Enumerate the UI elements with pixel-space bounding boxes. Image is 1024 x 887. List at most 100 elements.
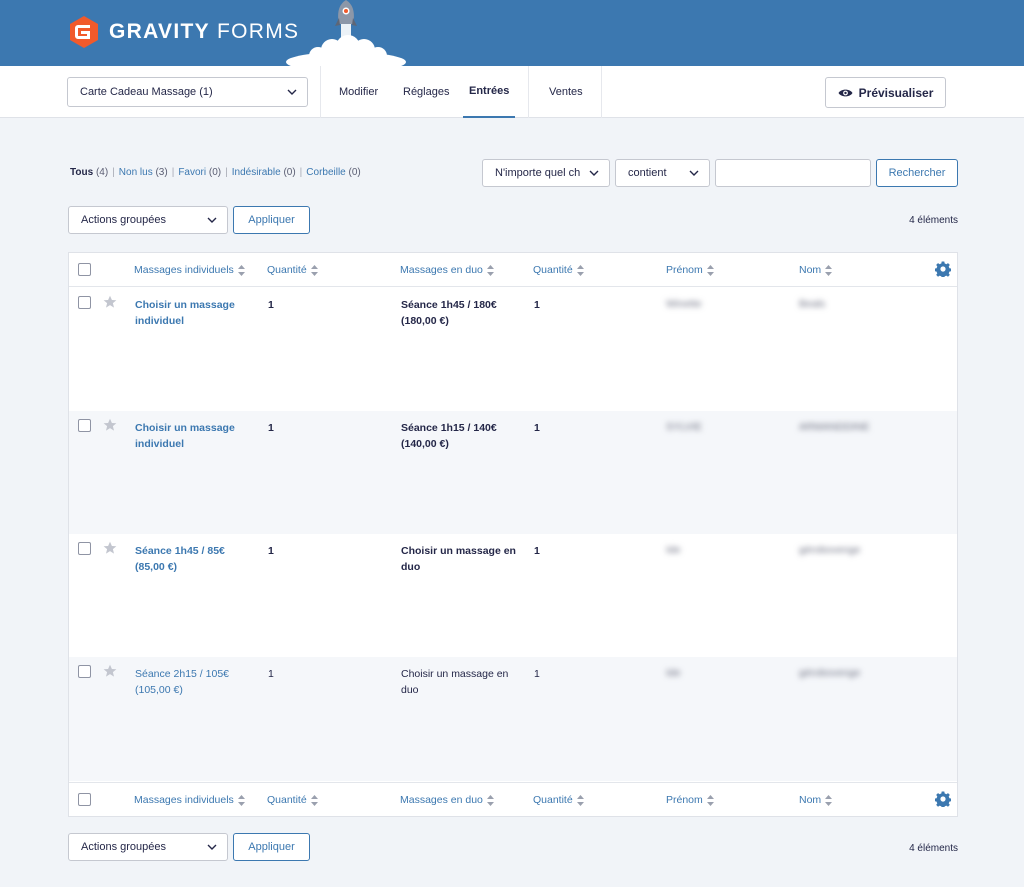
cell-quantite: 1 xyxy=(534,422,540,434)
search-field-value: N'importe quel ch xyxy=(495,167,581,179)
row-checkbox[interactable] xyxy=(78,296,91,309)
cell-massage-individuel[interactable]: Séance 1h45 / 85€ (85,00 €) xyxy=(135,544,245,575)
chevron-down-icon xyxy=(589,170,599,176)
filter-unread[interactable]: Non lus xyxy=(119,167,153,178)
gear-icon[interactable] xyxy=(935,261,951,277)
star-icon[interactable] xyxy=(103,664,117,678)
cell-massage-individuel[interactable]: Choisir un massage individuel xyxy=(135,421,255,452)
preview-button[interactable]: Prévisualiser xyxy=(825,77,946,108)
row-checkbox[interactable] xyxy=(78,419,91,432)
filter-trash[interactable]: Corbeille xyxy=(306,167,345,178)
cell-quantite: 1 xyxy=(268,422,274,434)
cell-quantite: 1 xyxy=(268,299,274,311)
filter-count: (0) xyxy=(208,167,222,178)
cell-prenom: Ide xyxy=(666,544,681,556)
search-operator-select[interactable]: contient xyxy=(615,159,710,187)
cell-prenom: Winette xyxy=(666,298,702,310)
app-header: GRAVITY FORMS xyxy=(0,0,1024,66)
cell-prenom: Ide xyxy=(666,667,681,679)
apply-button[interactable]: Appliquer xyxy=(233,833,310,861)
tab-modifier[interactable]: Modifier xyxy=(339,66,378,118)
row-checkbox[interactable] xyxy=(78,542,91,555)
table-header: Massages individuels Quantité Massages e… xyxy=(69,253,957,287)
chevron-down-icon xyxy=(287,89,297,95)
filter-count: (0) xyxy=(348,167,361,178)
rocket-icon xyxy=(286,0,406,66)
table-row[interactable]: Séance 2h15 / 105€ (105,00 €) 1 Choisir … xyxy=(69,657,957,781)
preview-label: Prévisualiser xyxy=(858,85,934,100)
table-row[interactable]: Séance 1h45 / 85€ (85,00 €) 1 Choisir un… xyxy=(69,534,957,657)
search-button[interactable]: Rechercher xyxy=(876,159,958,187)
sort-icon xyxy=(237,794,245,806)
column-header[interactable]: Quantité xyxy=(267,783,318,817)
sort-icon xyxy=(706,794,714,806)
items-count: 4 éléments xyxy=(909,843,958,854)
column-header[interactable]: Quantité xyxy=(533,783,584,817)
filter-spam[interactable]: Indésirable xyxy=(232,167,281,178)
column-header[interactable]: Prénom xyxy=(666,783,714,817)
cell-massage-individuel[interactable]: Choisir un massage individuel xyxy=(135,298,255,329)
column-header[interactable]: Massages individuels xyxy=(134,253,245,287)
column-header[interactable]: Massages en duo xyxy=(400,783,494,817)
sort-icon xyxy=(706,264,714,276)
column-header[interactable]: Massages individuels xyxy=(134,783,245,817)
bulk-actions-select[interactable]: Actions groupées xyxy=(68,833,228,861)
chevron-down-icon xyxy=(207,844,217,850)
cell-massage-duo: Séance 1h15 / 140€ (140,00 €) xyxy=(401,422,497,450)
cell-nom: ARMANDDINE xyxy=(799,421,870,433)
sort-icon xyxy=(825,794,833,806)
search-input[interactable] xyxy=(715,159,871,187)
filter-starred[interactable]: Favori xyxy=(178,167,206,178)
eye-icon xyxy=(838,89,853,96)
tab-entrees[interactable]: Entrées xyxy=(463,66,516,118)
filter-all[interactable]: Tous xyxy=(70,167,93,178)
select-all-checkbox[interactable] xyxy=(78,793,91,806)
sort-icon xyxy=(486,264,494,276)
cell-quantite: 1 xyxy=(534,299,540,311)
form-switcher-select[interactable]: Carte Cadeau Massage (1) xyxy=(67,77,308,107)
cell-nom: Beals xyxy=(799,298,826,310)
brand-logo[interactable]: GRAVITY FORMS xyxy=(68,15,299,49)
cell-massage-individuel[interactable]: Séance 2h15 / 105€ (105,00 €) xyxy=(135,667,245,698)
star-icon[interactable] xyxy=(103,541,117,555)
sort-icon xyxy=(486,794,494,806)
cell-nom: gérobovenge xyxy=(799,544,861,556)
column-header[interactable]: Prénom xyxy=(666,253,714,287)
row-checkbox[interactable] xyxy=(78,665,91,678)
divider xyxy=(528,66,529,118)
column-header[interactable]: Quantité xyxy=(267,253,318,287)
column-header[interactable]: Massages en duo xyxy=(400,253,494,287)
chevron-down-icon xyxy=(689,170,699,176)
select-all-checkbox[interactable] xyxy=(78,263,91,276)
tab-ventes[interactable]: Ventes xyxy=(549,66,583,118)
filter-count: (0) xyxy=(283,167,296,178)
gear-icon[interactable] xyxy=(935,791,951,807)
star-icon[interactable] xyxy=(103,418,117,432)
divider xyxy=(601,66,602,118)
tab-reglages[interactable]: Réglages xyxy=(403,66,449,118)
star-icon[interactable] xyxy=(103,295,117,309)
table-row[interactable]: Choisir un massage individuel 1 Séance 1… xyxy=(69,411,957,534)
search-operator-value: contient xyxy=(628,167,667,179)
column-header[interactable]: Nom xyxy=(799,253,833,287)
cell-massage-duo: Séance 1h45 / 180€ (180,00 €) xyxy=(401,299,497,327)
bulk-actions-value: Actions groupées xyxy=(81,841,166,853)
sort-icon xyxy=(310,264,318,276)
sort-icon xyxy=(576,794,584,806)
cell-quantite: 1 xyxy=(534,545,540,557)
sort-icon xyxy=(310,794,318,806)
cell-quantite: 1 xyxy=(534,668,540,680)
search-field-select[interactable]: N'importe quel ch xyxy=(482,159,610,187)
column-header[interactable]: Quantité xyxy=(533,253,584,287)
form-switcher-value: Carte Cadeau Massage (1) xyxy=(80,86,213,98)
cell-quantite: 1 xyxy=(268,668,274,680)
cell-nom: gérobovenge xyxy=(799,667,861,679)
entry-filters: Tous (4) | Non lus (3) | Favori (0) | Indésira… xyxy=(70,167,361,178)
apply-button[interactable]: Appliquer xyxy=(233,206,310,234)
cell-quantite: 1 xyxy=(268,545,274,557)
table-footer: Massages individuels Quantité Massages e… xyxy=(69,782,957,816)
column-header[interactable]: Nom xyxy=(799,783,833,817)
bulk-actions-select[interactable]: Actions groupées xyxy=(68,206,228,234)
filter-count: (3) xyxy=(155,167,168,178)
table-row[interactable]: Choisir un massage individuel 1 Séance 1… xyxy=(69,288,957,411)
